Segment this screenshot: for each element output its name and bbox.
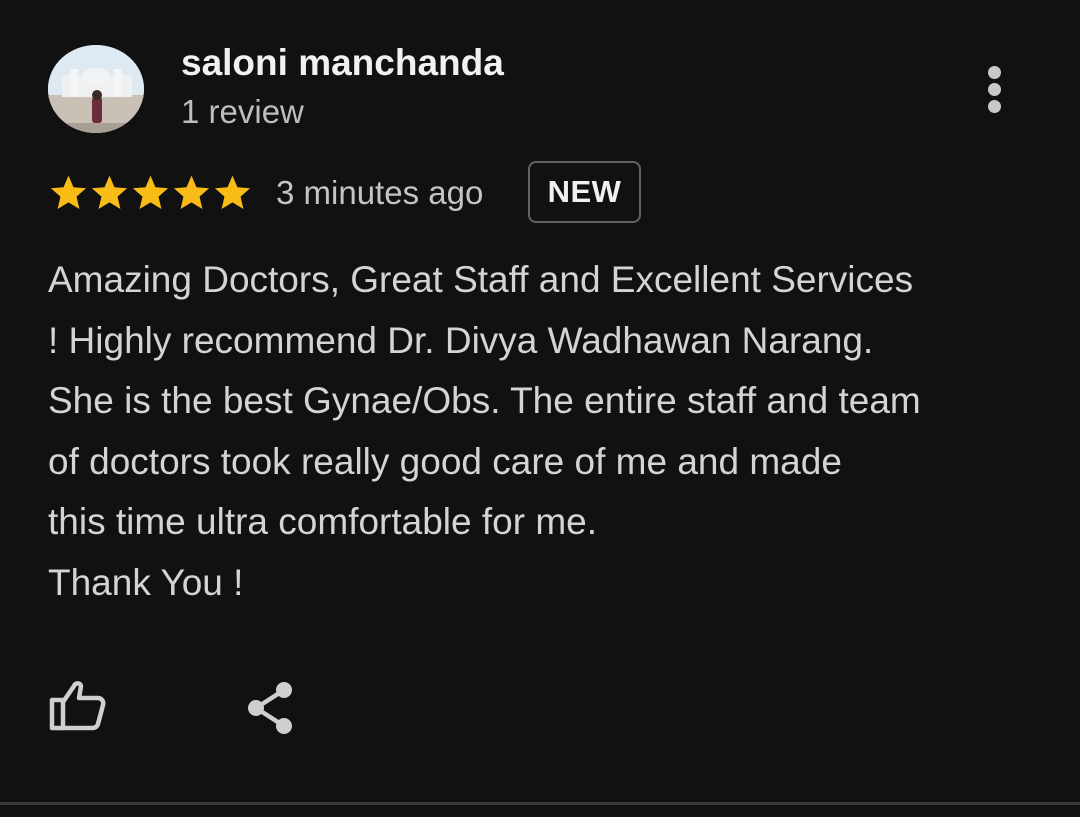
star-icon [91, 175, 128, 210]
review-text-line: of doctors took really good care of me a… [48, 440, 842, 482]
review-text-line: ! Highly recommend Dr. Divya Wadhawan Na… [48, 319, 874, 361]
review-text-line: Thank You ! [48, 561, 244, 603]
avatar-photo [48, 45, 144, 133]
review-text-line: Amazing Doctors, Great Staff and Excelle… [48, 259, 914, 300]
star-icon [132, 175, 169, 210]
new-badge: NEW [528, 161, 641, 223]
star-icon [214, 175, 251, 210]
reviewer-avatar[interactable] [48, 45, 144, 133]
review-text: Amazing Doctors, Great Staff and Excelle… [48, 250, 1048, 613]
more-options-button[interactable] [975, 62, 1015, 118]
reviewer-name[interactable]: saloni manchanda [181, 42, 504, 84]
review-count: 1 review [181, 93, 304, 130]
thumb-up-icon[interactable] [48, 678, 108, 732]
more-vert-icon-dot-3 [988, 100, 1001, 113]
review-text-line: She is the best Gynae/Obs. The entire st… [48, 380, 921, 421]
review-card: saloni manchanda 1 review 3 minutes ago … [0, 0, 1080, 817]
review-timestamp: 3 minutes ago [276, 174, 484, 211]
star-icon [173, 175, 210, 210]
star-icon [50, 175, 87, 210]
more-vert-icon-dot-1 [988, 66, 1001, 79]
review-text-line: this time ultra comfortable for me. [48, 501, 598, 542]
share-icon[interactable] [244, 680, 298, 736]
more-vert-icon-dot-2 [988, 83, 1001, 96]
star-rating [48, 172, 253, 216]
bottom-divider [0, 802, 1080, 805]
